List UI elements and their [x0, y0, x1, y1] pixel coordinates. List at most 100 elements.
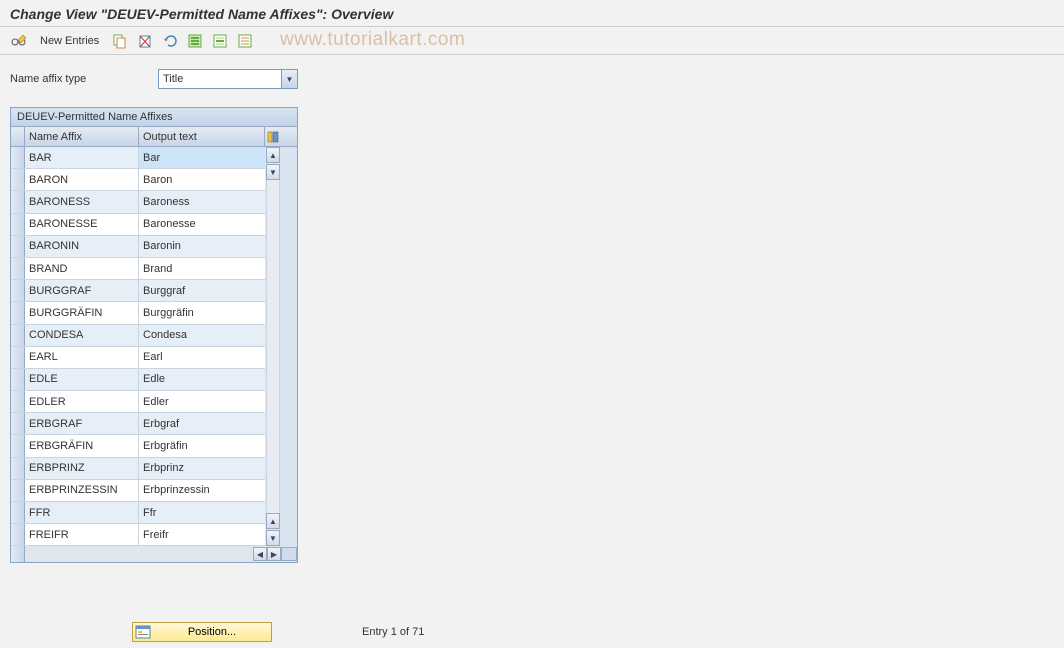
- cell-output[interactable]: Edle: [139, 369, 265, 390]
- select-block-icon: [212, 33, 228, 49]
- deselect-all-button[interactable]: [234, 31, 256, 51]
- cell-affix[interactable]: CONDESA: [25, 325, 139, 346]
- cell-affix[interactable]: ERBGRAF: [25, 413, 139, 434]
- scroll-left-button[interactable]: ◀: [253, 547, 267, 561]
- cell-output[interactable]: Erbgräfin: [139, 435, 265, 456]
- row-selector[interactable]: [11, 147, 25, 168]
- cell-affix[interactable]: BARONESSE: [25, 214, 139, 235]
- select-block-button[interactable]: [209, 31, 231, 51]
- cell-affix[interactable]: FREIFR: [25, 524, 139, 545]
- cell-output[interactable]: Earl: [139, 347, 265, 368]
- cell-affix[interactable]: BRAND: [25, 258, 139, 279]
- vertical-scrollbar[interactable]: ▲ ▼ ▲ ▼: [265, 147, 281, 546]
- scroll-up-step-button[interactable]: ▲: [266, 513, 280, 529]
- cell-output[interactable]: Ffr: [139, 502, 265, 523]
- horizontal-scrollbar[interactable]: ◀ ▶: [11, 546, 297, 562]
- row-selector[interactable]: [11, 502, 25, 523]
- row-selector[interactable]: [11, 369, 25, 390]
- cell-affix[interactable]: BAR: [25, 147, 139, 168]
- affix-type-dropdown[interactable]: Title ▼: [158, 69, 298, 89]
- cell-output[interactable]: Erbgraf: [139, 413, 265, 434]
- table-row[interactable]: ERBGRAFErbgraf: [11, 413, 265, 435]
- column-config-button[interactable]: [265, 127, 281, 146]
- table-row[interactable]: BARONBaron: [11, 169, 265, 191]
- scroll-up-button[interactable]: ▲: [266, 147, 280, 163]
- cell-output[interactable]: Baronin: [139, 236, 265, 257]
- row-selector[interactable]: [11, 524, 25, 545]
- cell-output[interactable]: Erbprinzessin: [139, 480, 265, 501]
- copy-button[interactable]: [109, 31, 131, 51]
- table-row[interactable]: BURGGRAFBurggraf: [11, 280, 265, 302]
- cell-affix[interactable]: BURGGRÄFIN: [25, 302, 139, 323]
- table-row[interactable]: EDLEREdler: [11, 391, 265, 413]
- cell-affix[interactable]: EDLE: [25, 369, 139, 390]
- cell-affix[interactable]: BARONESS: [25, 191, 139, 212]
- cell-output[interactable]: Bar: [139, 147, 265, 168]
- row-selector[interactable]: [11, 191, 25, 212]
- cell-output[interactable]: Baroness: [139, 191, 265, 212]
- new-entries-label: New Entries: [40, 35, 99, 47]
- table-row[interactable]: EARLEarl: [11, 347, 265, 369]
- cell-affix[interactable]: BARONIN: [25, 236, 139, 257]
- cell-output[interactable]: Edler: [139, 391, 265, 412]
- row-selector[interactable]: [11, 280, 25, 301]
- cell-affix[interactable]: EARL: [25, 347, 139, 368]
- row-selector[interactable]: [11, 391, 25, 412]
- table-row[interactable]: CONDESACondesa: [11, 325, 265, 347]
- cell-affix[interactable]: ERBPRINZ: [25, 458, 139, 479]
- table-row[interactable]: FFRFfr: [11, 502, 265, 524]
- cell-output[interactable]: Burggraf: [139, 280, 265, 301]
- column-affix-header[interactable]: Name Affix: [25, 127, 139, 146]
- position-icon: [135, 624, 151, 640]
- cell-output[interactable]: Freifr: [139, 524, 265, 545]
- cell-output[interactable]: Baronesse: [139, 214, 265, 235]
- cell-affix[interactable]: ERBPRINZESSIN: [25, 480, 139, 501]
- delete-button[interactable]: [134, 31, 156, 51]
- select-all-button[interactable]: [184, 31, 206, 51]
- table-row[interactable]: BRANDBrand: [11, 258, 265, 280]
- cell-output[interactable]: Burggräfin: [139, 302, 265, 323]
- undo-button[interactable]: [159, 31, 181, 51]
- table-row[interactable]: BARONINBaronin: [11, 236, 265, 258]
- scroll-track[interactable]: [266, 180, 280, 513]
- cell-output[interactable]: Erbprinz: [139, 458, 265, 479]
- cell-output[interactable]: Baron: [139, 169, 265, 190]
- row-selector[interactable]: [11, 325, 25, 346]
- scroll-right-button[interactable]: ▶: [267, 547, 281, 561]
- row-selector[interactable]: [11, 347, 25, 368]
- row-selector[interactable]: [11, 236, 25, 257]
- table-row[interactable]: BARONESSEBaronesse: [11, 214, 265, 236]
- position-button[interactable]: Position...: [132, 622, 272, 642]
- row-selector[interactable]: [11, 258, 25, 279]
- cell-output[interactable]: Condesa: [139, 325, 265, 346]
- new-entries-button[interactable]: New Entries: [33, 31, 106, 51]
- column-select-header[interactable]: [11, 127, 25, 146]
- cell-affix[interactable]: BURGGRAF: [25, 280, 139, 301]
- table-row[interactable]: ERBPRINZESSINErbprinzessin: [11, 480, 265, 502]
- cell-affix[interactable]: FFR: [25, 502, 139, 523]
- row-selector[interactable]: [11, 169, 25, 190]
- row-selector[interactable]: [11, 435, 25, 456]
- row-selector[interactable]: [11, 413, 25, 434]
- cell-output[interactable]: Brand: [139, 258, 265, 279]
- row-selector[interactable]: [11, 480, 25, 501]
- toggle-display-button[interactable]: [8, 31, 30, 51]
- table-row[interactable]: ERBGRÄFINErbgräfin: [11, 435, 265, 457]
- scroll-down-button[interactable]: ▼: [266, 530, 280, 546]
- column-output-header[interactable]: Output text: [139, 127, 265, 146]
- row-selector[interactable]: [11, 214, 25, 235]
- table-row[interactable]: BARONESSBaroness: [11, 191, 265, 213]
- table-row[interactable]: BARBar: [11, 147, 265, 169]
- cell-affix[interactable]: EDLER: [25, 391, 139, 412]
- scroll-down-step-button[interactable]: ▼: [266, 164, 280, 180]
- table-row[interactable]: EDLEEdle: [11, 369, 265, 391]
- table-row[interactable]: FREIFRFreifr: [11, 524, 265, 546]
- copy-icon: [112, 33, 128, 49]
- cell-affix[interactable]: BARON: [25, 169, 139, 190]
- table-row[interactable]: BURGGRÄFINBurggräfin: [11, 302, 265, 324]
- deselect-all-icon: [237, 33, 253, 49]
- cell-affix[interactable]: ERBGRÄFIN: [25, 435, 139, 456]
- table-row[interactable]: ERBPRINZErbprinz: [11, 458, 265, 480]
- row-selector[interactable]: [11, 458, 25, 479]
- row-selector[interactable]: [11, 302, 25, 323]
